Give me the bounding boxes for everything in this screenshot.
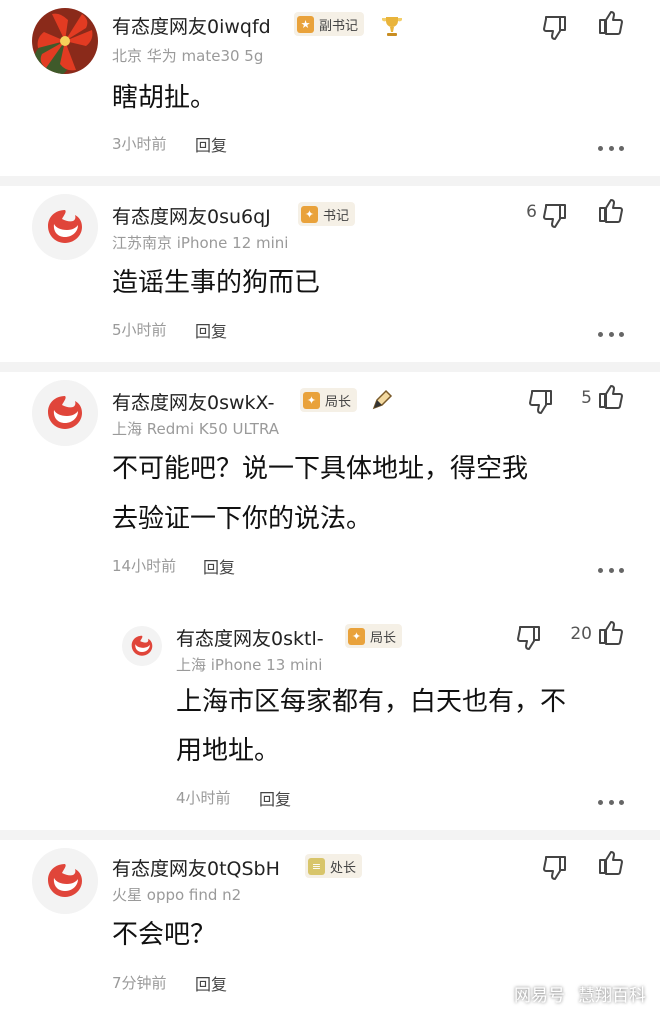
divider	[0, 176, 660, 186]
thumbs-down-icon[interactable]	[514, 622, 544, 652]
more-options-icon[interactable]	[598, 144, 624, 152]
location-device: 上海 iPhone 13 mini	[176, 656, 323, 674]
down-count: 6	[526, 202, 537, 222]
timestamp: 3小时前	[112, 135, 167, 153]
medal-icon: ✦	[348, 627, 365, 645]
watermark: 网易号 慧翔百科	[514, 981, 646, 1006]
username[interactable]: 有态度网友0su6qJ	[112, 202, 271, 229]
trophy-icon	[380, 14, 404, 38]
more-options-icon[interactable]	[598, 330, 624, 338]
thumbs-up-icon[interactable]	[596, 848, 626, 878]
up-count: 5	[581, 388, 592, 408]
reply-button[interactable]: 回复	[259, 786, 291, 810]
username[interactable]: 有态度网友0iwqfd	[112, 12, 271, 39]
location-device: 火星 oppo find n2	[112, 886, 242, 904]
thumbs-down-icon[interactable]	[540, 200, 570, 230]
netease-logo-icon	[122, 626, 162, 666]
thumbs-down-icon[interactable]	[540, 852, 570, 882]
thumbs-up-icon[interactable]	[596, 618, 626, 648]
rank-badge: ★ 副书记	[294, 12, 365, 36]
rank-badge: ✦ 书记	[298, 202, 356, 226]
medal-icon: ✦	[301, 205, 318, 223]
comment-4-reply: 有态度网友0sktl- ✦ 局长 上海 iPhone 13 mini 上海市区每…	[0, 602, 660, 830]
comment-text: 造谣生事的狗而已	[112, 268, 321, 298]
reply-button[interactable]: 回复	[195, 132, 227, 156]
username[interactable]: 有态度网友0swkX-	[112, 388, 274, 415]
medal-icon: ✦	[303, 391, 320, 409]
medal-icon: ≡	[308, 857, 325, 875]
badge-label: 副书记	[319, 18, 359, 34]
netease-logo-icon	[32, 848, 98, 914]
rank-badge: ≡ 处长	[305, 854, 363, 878]
avatar-flower[interactable]	[32, 8, 98, 74]
up-count: 20	[570, 624, 592, 644]
divider	[0, 362, 660, 372]
netease-logo-icon	[32, 194, 98, 260]
flower-avatar-icon	[32, 8, 98, 74]
thumbs-down-icon[interactable]	[540, 12, 570, 42]
badge-label: 书记	[323, 208, 350, 224]
medal-icon: ★	[297, 15, 314, 33]
comment-text-line-1: 不可能吧？说一下具体地址，得空我	[112, 454, 529, 484]
reply-button[interactable]: 回复	[203, 554, 235, 578]
location-device: 上海 Redmi K50 ULTRA	[112, 420, 280, 438]
watermark-left: 网易号	[514, 986, 565, 1006]
comment-text-line-2: 用地址。	[176, 736, 281, 766]
comment-text-line-2: 去验证一下你的说法。	[112, 504, 373, 534]
more-options-icon[interactable]	[598, 798, 624, 806]
divider	[0, 830, 660, 840]
comment-2: 有态度网友0su6qJ ✦ 书记 江苏南京 iPhone 12 mini 造谣生…	[0, 186, 660, 362]
avatar-default[interactable]	[32, 380, 98, 446]
badge-label: 处长	[330, 860, 357, 876]
badge-label: 局长	[370, 630, 397, 646]
comment-text: 不会吧？	[112, 920, 217, 950]
watermark-divider	[571, 988, 572, 1002]
timestamp: 5小时前	[112, 321, 167, 339]
comment-text-line-1: 上海市区每家都有，白天也有，不	[176, 687, 567, 717]
timestamp: 14小时前	[112, 557, 177, 575]
comment-text: 瞎胡扯。	[112, 83, 217, 113]
comment-1: 有态度网友0iwqfd ★ 副书记 北京 华为 mate30 5g 瞎胡扯。 3…	[0, 0, 660, 178]
badge-label: 局长	[325, 394, 352, 410]
timestamp: 4小时前	[176, 789, 231, 807]
username[interactable]: 有态度网友0sktl-	[176, 624, 324, 651]
thumbs-up-icon[interactable]	[596, 8, 626, 38]
avatar-default[interactable]	[122, 626, 162, 666]
location-device: 江苏南京 iPhone 12 mini	[112, 234, 289, 252]
thumbs-up-icon[interactable]	[596, 196, 626, 226]
reply-button[interactable]: 回复	[195, 971, 227, 995]
username[interactable]: 有态度网友0tQSbH	[112, 854, 280, 881]
pen-icon	[370, 388, 394, 412]
avatar-default[interactable]	[32, 848, 98, 914]
reply-button[interactable]: 回复	[195, 318, 227, 342]
netease-logo-icon	[32, 380, 98, 446]
location-device: 北京 华为 mate30 5g	[112, 47, 264, 65]
timestamp: 7分钟前	[112, 974, 167, 992]
thumbs-down-icon[interactable]	[526, 386, 556, 416]
rank-badge: ✦ 局长	[300, 388, 358, 412]
comment-3: 有态度网友0swkX- ✦ 局长 上海 Redmi K50 ULTRA 不可能吧…	[0, 372, 660, 602]
watermark-right: 慧翔百科	[578, 986, 646, 1006]
avatar-default[interactable]	[32, 194, 98, 260]
rank-badge: ✦ 局长	[345, 624, 403, 648]
thumbs-up-icon[interactable]	[596, 382, 626, 412]
more-options-icon[interactable]	[598, 566, 624, 574]
